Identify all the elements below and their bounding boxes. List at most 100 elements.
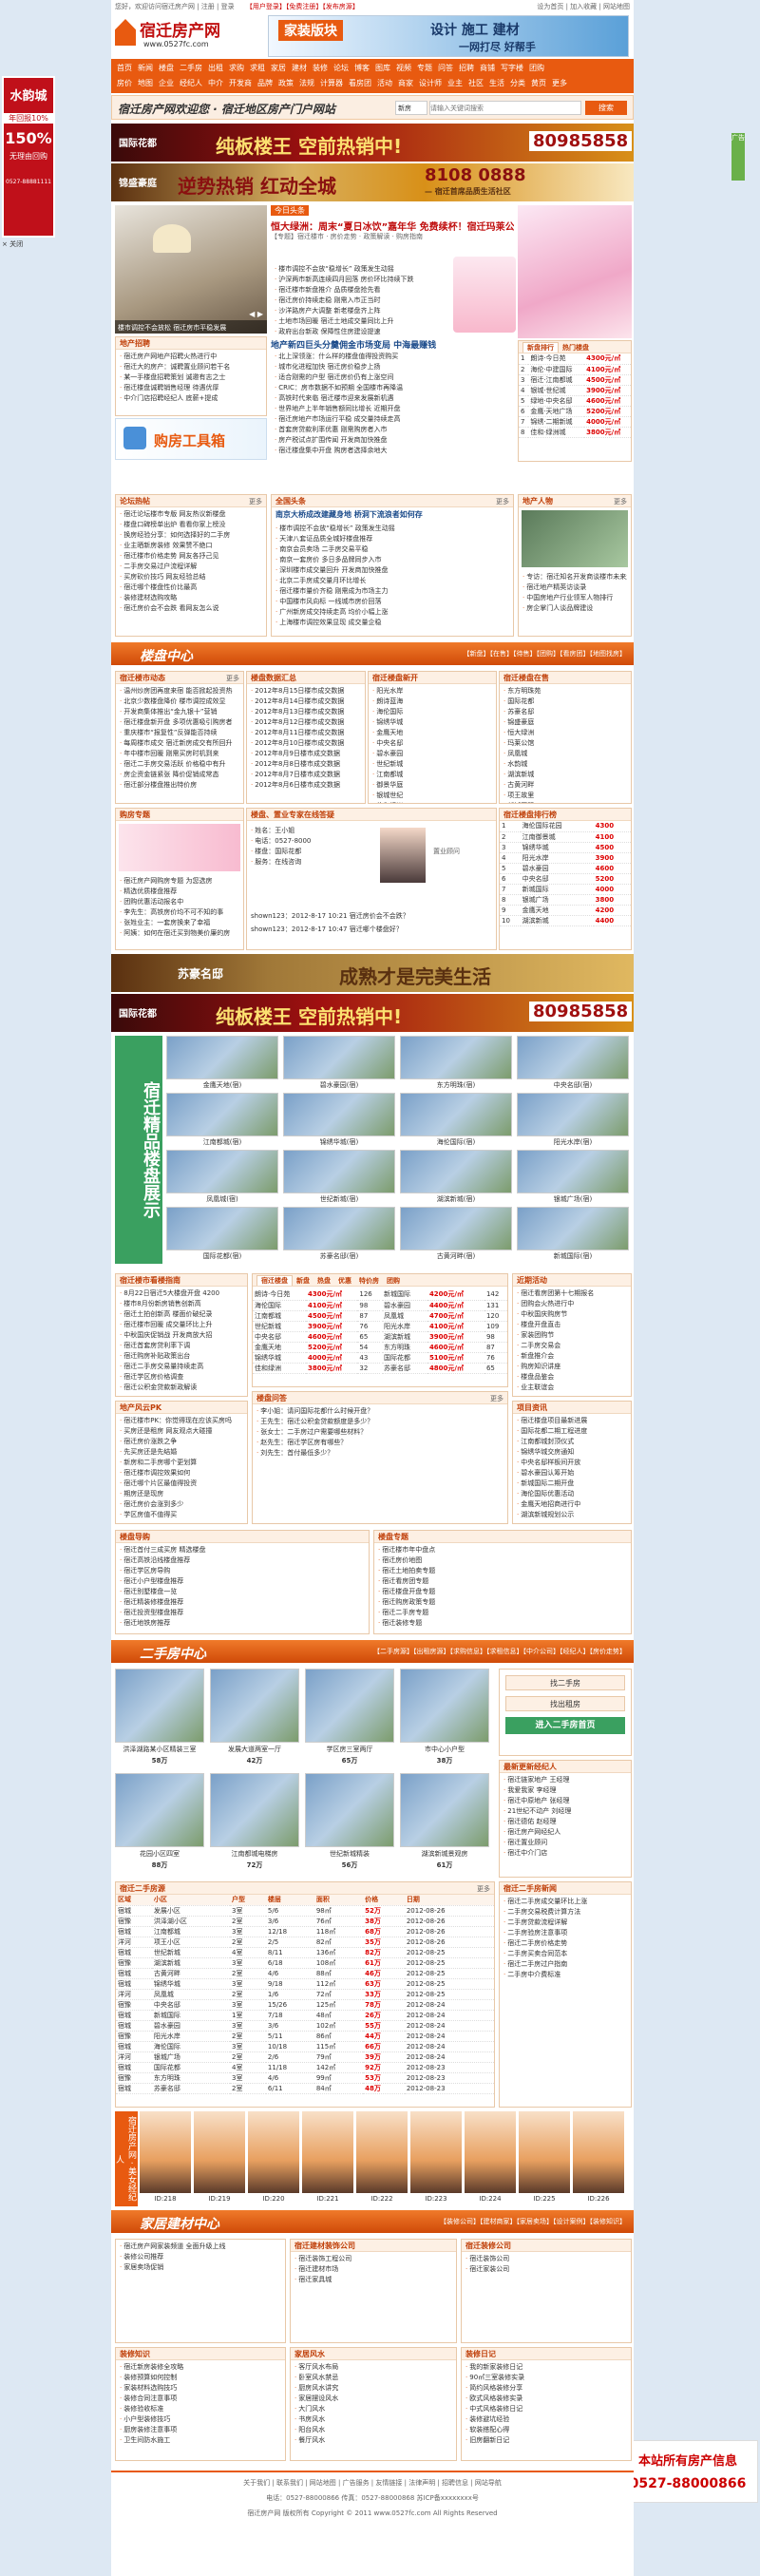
list-item[interactable]: 宿迁楼市回暖 成交量环比上升	[120, 1320, 243, 1330]
list-item[interactable]: 御景华庭	[372, 780, 492, 791]
gallery-caption[interactable]: 东方明珠(宿)	[400, 1080, 512, 1090]
list-item[interactable]: 北京二手房成交量月环比增长	[276, 576, 509, 586]
list-item[interactable]: 宿迁楼盘开盘专题	[378, 1587, 627, 1597]
list-item[interactable]: 每周楼市成交 宿迁新房成交有所回升	[120, 738, 239, 749]
list-item[interactable]: 宿迁投资型楼盘推荐	[120, 1608, 365, 1618]
listing-caption[interactable]: 学区房三室两厅	[305, 1745, 394, 1754]
list-item[interactable]: 中央名邸样板间开放	[517, 1458, 627, 1468]
list-item[interactable]: 土地市场回暖 宿迁土地成交量同比上升	[275, 316, 428, 327]
list-item[interactable]: 银城世纪	[372, 791, 492, 801]
table-row[interactable]: 碧水豪园 4400元/㎡ 131	[382, 1300, 507, 1311]
agent-photo[interactable]	[140, 2111, 191, 2193]
list-item[interactable]: 沪深两市新高连续四月回落 房价环比持续下跌	[275, 275, 428, 285]
nav-item[interactable]: 生活	[489, 79, 504, 87]
search-button[interactable]: 搜索	[585, 101, 627, 115]
list-item[interactable]: 软装搭配心得	[466, 2425, 627, 2435]
agent-photo[interactable]	[519, 2111, 570, 2193]
right-float-ad[interactable]: 本站所有房产信息 0527-88000866	[618, 2440, 758, 2503]
list-item[interactable]: 广州新房成交持续走高 均价小幅上涨	[276, 607, 509, 618]
tab[interactable]: 新盘排行	[522, 342, 559, 353]
list-item[interactable]: 2012年8月9日楼市成交数据	[251, 749, 361, 759]
tab[interactable]: 热盘	[314, 1276, 334, 1286]
listing-thumb[interactable]	[400, 1773, 489, 1847]
buy-tool-banner[interactable]: 购房工具箱	[115, 418, 267, 460]
list-item[interactable]: 书房风水	[294, 2414, 452, 2425]
list-item[interactable]: 海伦国际优惠活动	[517, 1489, 627, 1499]
agent-photo[interactable]	[248, 2111, 299, 2193]
table-row[interactable]: 4 阳光水岸 3900	[500, 852, 631, 864]
list-item[interactable]: 宿迁房产网地产招聘火热进行中	[120, 352, 262, 362]
nav-item[interactable]: 政策	[278, 79, 294, 87]
list-item[interactable]: 张女士：二手房过户需要哪些材料？	[256, 1427, 504, 1438]
gallery-thumb[interactable]	[517, 1036, 629, 1079]
nav-item[interactable]: 招聘	[459, 64, 474, 72]
list-item[interactable]: 李小姐：请问国际花都什么时候开盘？	[256, 1406, 504, 1417]
list-item[interactable]: 玛莱公馆	[504, 738, 627, 749]
tab[interactable]: 宿迁楼盘	[256, 1275, 293, 1286]
es-btn-1[interactable]: 找二手房	[505, 1675, 625, 1690]
table-row[interactable]: 宿城 新城国际 1室 7/18 48㎡ 26万 2012-08-24	[116, 2010, 494, 2021]
list-item[interactable]: 宿迁装饰工程公司	[294, 2254, 452, 2264]
nav-item[interactable]: 求租	[250, 64, 265, 72]
headline-title[interactable]: 恒大绿洲：周末“夏日冰饮”嘉年华 免费续杯！宿迁玛莱公馆：沐周周	[271, 219, 514, 233]
list-item[interactable]: 楼盘：国际花都	[251, 847, 357, 857]
list-item[interactable]: 宿迁二手房成交量环比上涨	[504, 1897, 627, 1907]
list-item[interactable]: 阳台风水	[294, 2425, 452, 2435]
right-edge-tab[interactable]: 广告	[732, 133, 745, 181]
gallery-caption[interactable]: 世纪新城(宿)	[283, 1194, 395, 1204]
table-row[interactable]: 宿城 苏豪名邸 2室 6/11 84㎡ 48万 2012-08-23	[116, 2083, 494, 2094]
nav-item[interactable]: 更多	[552, 79, 567, 87]
table-row[interactable]: 宿豫 阳光水岸 2室 5/11 86㎡ 44万 2012-08-24	[116, 2031, 494, 2042]
list-item[interactable]: 2012年8月7日楼市成交数据	[251, 770, 361, 780]
table-row[interactable]: 宿豫 东方明珠 3室 4/6 99㎡ 53万 2012-08-23	[116, 2072, 494, 2084]
table-row[interactable]: 洋河 项王小区 2室 2/5 82㎡ 35万 2012-08-26	[116, 1937, 494, 1948]
list-item[interactable]: 先买房还是先结婚	[120, 1447, 243, 1458]
list-item[interactable]: 宿迁房价地图	[378, 1555, 627, 1566]
nav-item[interactable]: 法规	[299, 79, 314, 87]
listing-thumb[interactable]	[305, 1773, 394, 1847]
list-item[interactable]: 我爱我家 李经理	[504, 1785, 627, 1796]
list-item[interactable]: 宿迁中介门店	[504, 1848, 627, 1859]
list-item[interactable]: 宿迁大的房产：诚聘置业顾问若干名	[120, 362, 262, 372]
list-item[interactable]: 二手房交易税费计算方法	[504, 1907, 627, 1918]
tab[interactable]: 新盘	[293, 1276, 314, 1286]
list-item[interactable]: 刘先生：首付最低多少？	[256, 1448, 504, 1459]
list-item[interactable]: 朗诗蓝海	[372, 696, 492, 707]
list-item[interactable]: 装修预算如何控制	[120, 2373, 281, 2383]
list-item[interactable]: 二手房交易过户流程详解	[120, 562, 262, 572]
gallery-caption[interactable]: 海伦国际(宿)	[400, 1137, 512, 1147]
nav-item[interactable]: 家居	[271, 64, 286, 72]
list-item[interactable]: 开发商集体推出“金九银十”营销	[120, 707, 239, 717]
search-input[interactable]	[429, 101, 581, 115]
list-item[interactable]: 宿迁房产网经纪人	[504, 1827, 627, 1838]
list-item[interactable]: 宿迁房地产市场运行平稳 成交量持续走高	[275, 414, 510, 425]
table-row[interactable]: 朗诗·今日苑 4300元/㎡ 126	[253, 1289, 380, 1301]
list-item[interactable]: 宿迁看房团专题	[378, 1576, 627, 1587]
list-item[interactable]: 大门风水	[294, 2404, 452, 2414]
list-item[interactable]: 宿迁小户型楼盘推荐	[120, 1576, 365, 1587]
list-item[interactable]: 买房还是租房 网友观点大碰撞	[120, 1426, 243, 1437]
list-item[interactable]: 期房还是现房	[120, 1489, 243, 1499]
list-item[interactable]: 楼盘品鉴会	[517, 1372, 627, 1383]
list-item[interactable]: 餐厅风水	[294, 2435, 452, 2446]
table-row[interactable]: 4 银城·世纪城 3900元/㎡	[519, 385, 631, 396]
list-item[interactable]: 阳光水岸	[372, 686, 492, 696]
list-item[interactable]: 业主晒新房装修 效果赞不绝口	[120, 541, 262, 551]
nav-item[interactable]: 出租	[208, 64, 223, 72]
list-item[interactable]: 南京会员卖场 二手房交易平稳	[276, 544, 509, 555]
list-item[interactable]: 简约风格装修分享	[466, 2383, 627, 2394]
list-item[interactable]: 金鹰天地招商进行中	[517, 1499, 627, 1510]
list-item[interactable]: 姓名：王小姐	[251, 826, 357, 836]
list-item[interactable]: 卧室风水禁忌	[294, 2373, 452, 2383]
list-item[interactable]: 2012年8月15日楼市成交数据	[251, 686, 361, 696]
table-row[interactable]: 宿城 江南都城 3室 12/18 118㎡ 68万 2012-08-26	[116, 1926, 494, 1937]
search-select[interactable]: 新房	[395, 101, 428, 115]
table-row[interactable]: 宿豫 洪泽湖小区 2室 3/6 76㎡ 38万 2012-08-26	[116, 1916, 494, 1927]
table-row[interactable]: 宿城 发展小区 3室 5/6 98㎡ 52万 2012-08-26	[116, 1905, 494, 1917]
list-item[interactable]: 楼市调控不会放“稳增长” 政策发生动摇	[276, 524, 509, 534]
list-item[interactable]: 宿迁哪个片区最值得投资	[120, 1479, 243, 1489]
ershou-section-links[interactable]: 【二手房源】【出租房源】【求购信息】【求租信息】【中介公司】【经纪人】【房价走势…	[373, 1647, 626, 1656]
list-item[interactable]: 江南都城封顶仪式	[517, 1437, 627, 1447]
list-item[interactable]: 宿迁学区房价格调查	[120, 1372, 243, 1383]
table-row[interactable]: 8 银城广场 3800	[500, 894, 631, 906]
